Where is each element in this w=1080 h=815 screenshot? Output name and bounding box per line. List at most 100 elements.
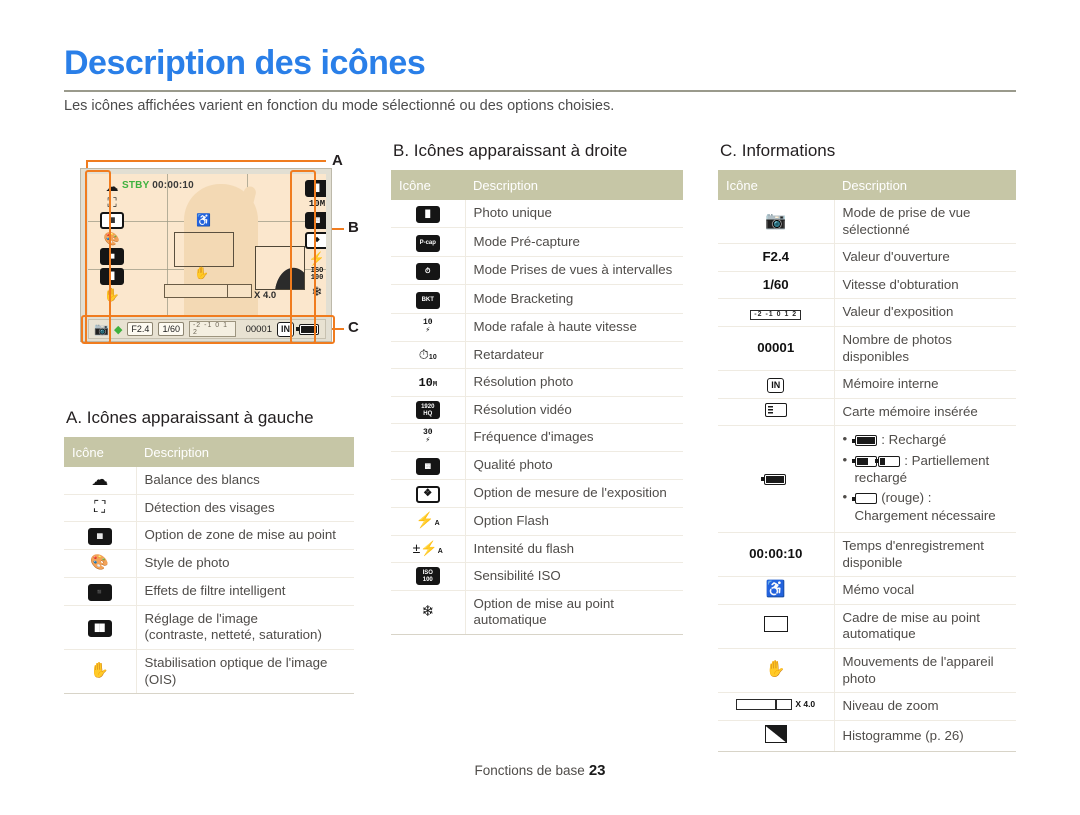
row-description-line1: Mode de prise de vue [842,205,971,220]
focus-area-grid-icon: ▦ [64,521,137,551]
table-row: ISO 100 Sensibilité ISO [391,562,683,591]
title-divider [64,90,1016,92]
face-detection-icon: ⛶ [64,494,137,523]
shutter-speed-value: 1/60 [718,271,835,300]
column-header-description: Description [834,170,1016,200]
row-description: Résolution vidéo [465,396,683,425]
row-description-line1: Temps d'enregistrement [842,537,984,553]
section-a-table: Icône Description ☁ Balance des blancs ⛶… [64,437,354,695]
row-description: Option Flash [465,507,683,536]
page-footer: Fonctions de base 23 [0,762,1080,779]
image-adjust-icon: ██ [64,605,137,651]
intro-text: Les icônes affichées varient en fonction… [64,98,615,114]
row-description-line1: Réglage de l'image [144,610,258,626]
row-description: Qualité photo [465,451,683,481]
table-header-row: Icône Description [64,437,354,467]
flash-intensity-icon: ±⚡A [391,535,466,564]
table-row: IN Mémoire interne [718,370,1016,399]
row-description: Vitesse d'obturation [834,271,1016,300]
callout-bracket-c [81,315,335,344]
column-header-icon: Icône [718,170,834,200]
table-row: 30 ⚡ Fréquence d'images [391,423,683,453]
photo-style-palette-icon: 🎨 [64,549,137,578]
table-row: X 4.0 Niveau de zoom [718,692,1016,721]
table-row: Carte mémoire insérée [718,398,1016,427]
standby-status: STBY 00:00:10 [122,180,194,191]
row-description: Style de photo [136,549,354,578]
table-row: 10 ⚡ Mode rafale à haute vitesse [391,313,683,342]
column-header-icon: Icône [391,170,465,200]
section-a-title: A. Icônes apparaissant à gauche [66,408,314,427]
page-title: Description des icônes [64,44,426,82]
table-row: ⏱ Mode Prises de vues à intervalles [391,256,683,285]
column-header-description: Description [465,170,683,200]
table-row: 10M Résolution photo [391,368,683,397]
standby-label: STBY [122,180,150,191]
table-row: ▩ Qualité photo [391,451,683,481]
row-description: Réglage de l'image (contraste, netteté, … [136,605,354,651]
camera-shake-icon: ✋ [194,266,209,280]
zoom-level-label: X 4.0 [254,290,277,301]
row-description: Cadre de mise au point automatique [834,604,1016,649]
list-item: : Partiellement rechargé [843,451,1009,487]
standby-time: 00:00:10 [152,180,194,191]
table-row: ✋ Mouvements de l'appareil photo [718,648,1016,694]
table-row: ☁ Balance des blancs [64,467,354,495]
shots-remaining-value: 00001 [718,326,835,372]
white-balance-cloud-icon: ☁ [64,467,137,495]
high-speed-burst-icon: 10 ⚡ [391,313,466,342]
photo-resolution-icon: 10M [391,368,466,397]
bracketing-icon: BKT [391,284,466,314]
section-b-title: B. Icônes apparaissant à droite [393,141,628,160]
table-row: ✋ Stabilisation optique de l'image (OIS) [64,649,354,695]
af-frame-icon [718,604,835,649]
histogram-icon [718,720,835,753]
battery-full-icon [851,435,877,447]
smart-filter-icon: ◾ [64,577,137,606]
row-description-line2: sélectionné [842,221,910,237]
af-frame-icon [174,232,234,267]
table-row: ⚡A Option Flash [391,507,683,536]
table-header-row: Icône Description [718,170,1016,200]
row-description: Mode rafale à haute vitesse [465,313,683,342]
row-description: Résolution photo [465,368,683,397]
row-description: Mouvements de l'appareil photo [834,648,1016,694]
voice-memo-icon: ♿ [718,576,835,605]
ois-hand-icon: ✋ [64,649,137,695]
row-description: Histogramme (p. 26) [834,720,1016,753]
table-row: ❄ Option de mise au point automatique [391,590,683,636]
row-description: Nombre de photos disponibles [834,326,1016,372]
row-description: Photo unique [465,200,683,228]
table-row: 00001 Nombre de photos disponibles [718,326,1016,372]
row-description: Balance des blancs [136,467,354,495]
section-c-table: Icône Description 📷 Mode de prise de vue… [718,170,1016,753]
footer-label: Fonctions de base [474,763,585,778]
precapture-icon: P-cap [391,227,466,257]
section-c-title: C. Informations [720,141,836,160]
callout-label-a: A [332,152,343,169]
row-description: Détection des visages [136,494,354,523]
row-description: Effets de filtre intelligent [136,577,354,606]
self-timer-icon: ⏱10 [391,341,466,370]
table-row: BKT Mode Bracketing [391,284,683,314]
table-row: Histogramme (p. 26) [718,720,1016,753]
table-row: 1920 HQ Résolution vidéo [391,396,683,425]
row-description: Mode Pré-capture [465,227,683,257]
row-description-line2: disponible [842,554,903,570]
table-row: ⏱10 Retardateur [391,341,683,370]
section-a: A. Icônes apparaissant à gauche Icône De… [64,408,354,695]
table-row: F2.4 Valeur d'ouverture [718,243,1016,272]
row-description: Niveau de zoom [834,692,1016,721]
footer-page-number: 23 [588,762,606,779]
row-description: Mémoire interne [834,370,1016,399]
macro-focus-icon: ❄ [391,590,466,636]
table-row: 00:00:10 Temps d'enregistrement disponib… [718,532,1016,578]
row-description: Mémo vocal [834,576,1016,605]
column-header-icon: Icône [64,437,136,467]
section-b: B. Icônes apparaissant à droite Icône De… [391,141,683,636]
battery-state-list: : Rechargé : Partiellement rechargé (rou… [843,430,1009,523]
frame-rate-icon: 30 ⚡ [391,423,466,453]
internal-memory-label: IN [767,378,785,394]
battery-one-bar-icon [874,455,900,467]
row-description: Mode Bracketing [465,284,683,314]
